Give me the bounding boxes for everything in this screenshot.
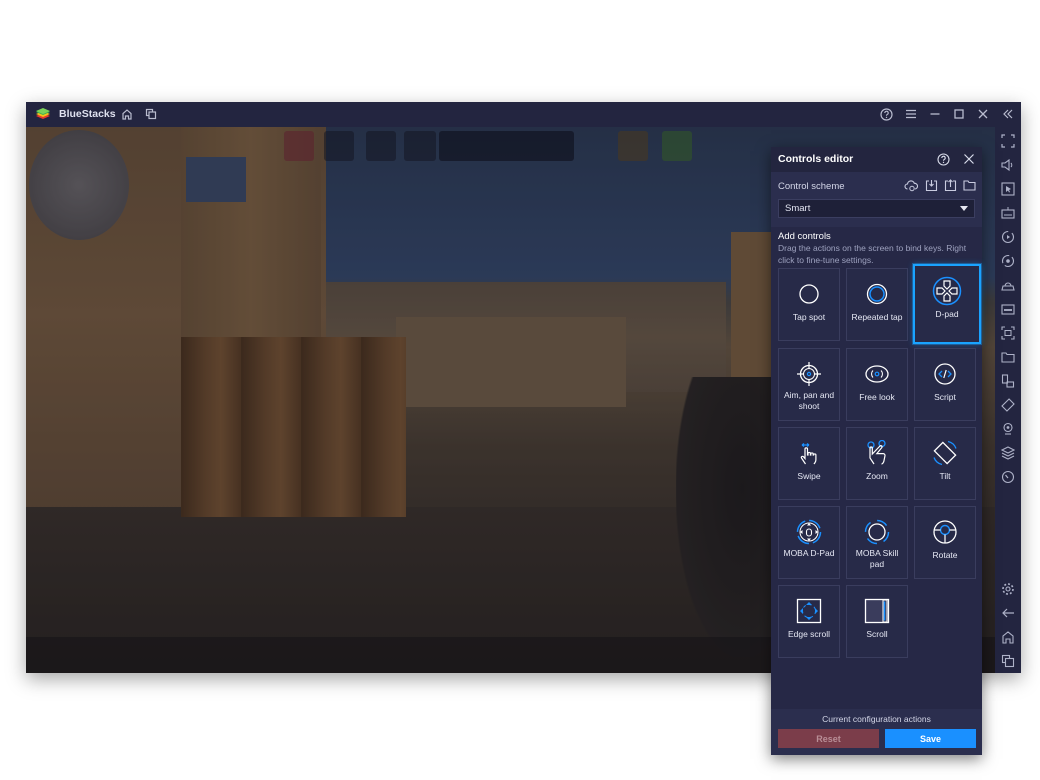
right-sidebar [995,127,1021,673]
menu-icon[interactable] [903,106,919,122]
controls-editor-panel: Controls editor Control scheme Smart Add… [771,147,982,755]
performance-icon[interactable] [1000,469,1016,485]
apk-icon[interactable] [1000,301,1016,317]
zoom-gesture-icon [864,440,890,466]
control-edge-scroll[interactable]: Edge scroll [778,585,840,658]
tilt-icon [932,440,958,466]
control-scroll[interactable]: Scroll [846,585,908,658]
moba-skill-icon [864,519,890,545]
control-scheme-value: Smart [785,203,811,214]
control-scheme-section: Control scheme Smart [771,172,982,227]
control-dpad[interactable]: D-pad [913,264,981,344]
control-label: Rotate [932,550,958,560]
reset-button[interactable]: Reset [778,729,879,748]
volume-icon[interactable] [1000,157,1016,173]
control-label: Repeated tap [851,312,903,322]
control-moba-skill-pad[interactable]: MOBA Skill pad [846,506,908,579]
add-controls-description: Drag the actions on the screen to bind k… [778,243,967,265]
help-icon[interactable] [936,152,950,166]
control-label: MOBA D-Pad [783,548,835,558]
moba-dpad-icon [796,519,822,545]
folder-icon[interactable] [1000,349,1016,365]
control-moba-dpad[interactable]: MOBA D-Pad [778,506,840,579]
settings-icon[interactable] [1000,581,1016,597]
location-icon[interactable] [1000,421,1016,437]
control-scheme-label: Control scheme [778,181,845,192]
title-bar: BlueStacks [26,102,1021,127]
control-rotate[interactable]: Rotate [914,506,976,579]
rotate-icon[interactable] [1000,397,1016,413]
app-title: BlueStacks [59,108,116,120]
control-label: Script [934,392,956,402]
script-icon [932,361,958,387]
control-label: Zoom [866,471,888,481]
control-swipe[interactable]: Swipe [778,427,840,500]
import-icon[interactable] [924,178,938,192]
save-button[interactable]: Save [885,729,976,748]
fullscreen-icon[interactable] [1000,133,1016,149]
configuration-actions: Current configuration actions Reset Save [771,709,982,755]
recent-apps-icon[interactable] [1000,653,1016,669]
multi-instance-icon[interactable] [1000,373,1016,389]
dpad-icon [932,276,962,306]
control-repeated-tap[interactable]: Repeated tap [846,268,908,341]
help-icon[interactable] [878,106,894,122]
scroll-icon [864,598,890,624]
chevron-down-icon [960,206,968,211]
sync-icon[interactable] [1000,253,1016,269]
install-apk-icon[interactable] [1000,277,1016,293]
tap-spot-icon [796,281,822,307]
collapse-sidebar-icon[interactable] [1000,106,1016,122]
bluestacks-logo [36,108,50,119]
control-label: Swipe [797,471,821,481]
add-controls-title: Add controls [778,231,831,242]
controls-editor-header: Controls editor [771,147,982,172]
control-label: Aim, pan and shoot [783,390,835,411]
minimize-icon[interactable] [927,106,943,122]
repeated-tap-icon [864,281,890,307]
swipe-icon [796,440,822,466]
control-tilt[interactable]: Tilt [914,427,976,500]
control-scheme-dropdown[interactable]: Smart [778,199,975,218]
control-zoom[interactable]: Zoom [846,427,908,500]
control-label: Tilt [939,471,951,481]
control-free-look[interactable]: Free look [846,348,908,421]
cloud-sync-icon[interactable] [904,178,918,192]
edge-scroll-icon [796,598,822,624]
android-home-icon[interactable] [1000,629,1016,645]
close-icon[interactable] [962,152,976,166]
control-script[interactable]: Script [914,348,976,421]
folder-icon[interactable] [962,178,976,192]
control-label: D-pad [935,309,959,319]
maximize-icon[interactable] [951,106,967,122]
crosshair-icon [796,361,822,387]
cursor-icon[interactable] [1000,181,1016,197]
control-label: Scroll [866,629,888,639]
keyboard-icon[interactable] [1000,205,1016,221]
eye-icon [864,361,890,387]
close-icon[interactable] [975,106,991,122]
rotate-control-icon [932,519,958,545]
control-aim-pan-shoot[interactable]: Aim, pan and shoot [778,348,840,421]
record-icon[interactable] [1000,229,1016,245]
control-label: MOBA Skill pad [855,548,899,569]
back-icon[interactable] [1000,605,1016,621]
export-icon[interactable] [943,178,957,192]
home-icon[interactable] [119,106,135,122]
configuration-actions-title: Current configuration actions [822,714,931,724]
screenshot-icon[interactable] [1000,325,1016,341]
multi-instance-icon[interactable] [143,106,159,122]
control-label: Tap spot [792,312,826,322]
layers-icon[interactable] [1000,445,1016,461]
control-tap-spot[interactable]: Tap spot [778,268,840,341]
control-label: Edge scroll [787,629,831,639]
controls-editor-title: Controls editor [778,153,854,165]
control-label: Free look [859,392,895,402]
